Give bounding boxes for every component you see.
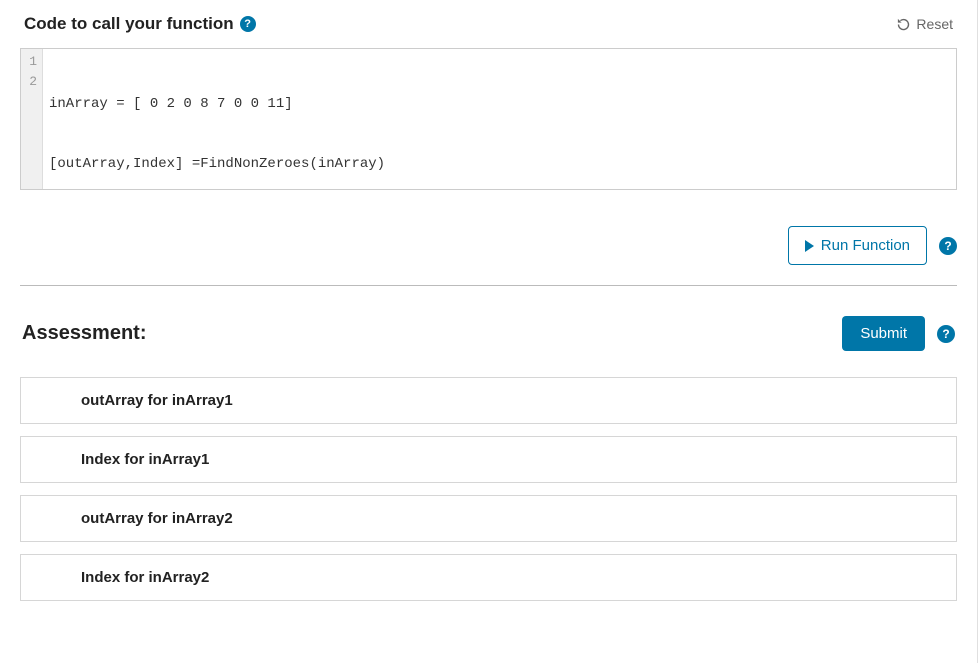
submit-group: Submit ? (842, 316, 955, 351)
assessment-item[interactable]: Index for inArray2 (20, 554, 957, 601)
reset-button[interactable]: Reset (896, 16, 953, 32)
code-section-header: Code to call your function ? Reset (20, 14, 957, 34)
assessment-item[interactable]: outArray for inArray2 (20, 495, 957, 542)
run-function-label: Run Function (821, 237, 910, 254)
reset-label: Reset (916, 16, 953, 32)
play-icon (805, 240, 814, 252)
assessment-list: outArray for inArray1 Index for inArray1… (20, 377, 957, 601)
code-section-title: Code to call your function (24, 14, 234, 34)
code-line: inArray = [ 0 2 0 8 7 0 0 11] (49, 94, 950, 114)
submit-button[interactable]: Submit (842, 316, 925, 351)
help-icon[interactable]: ? (240, 16, 256, 32)
code-content[interactable]: inArray = [ 0 2 0 8 7 0 0 11] [outArray,… (43, 49, 956, 189)
run-row: Run Function ? (20, 226, 957, 265)
reset-icon (896, 17, 911, 32)
line-number: 2 (29, 73, 37, 93)
help-icon[interactable]: ? (937, 325, 955, 343)
code-editor[interactable]: 1 2 inArray = [ 0 2 0 8 7 0 0 11] [outAr… (20, 48, 957, 190)
line-number: 1 (29, 53, 37, 73)
assessment-item[interactable]: outArray for inArray1 (20, 377, 957, 424)
run-function-button[interactable]: Run Function (788, 226, 927, 265)
code-gutter: 1 2 (21, 49, 43, 189)
code-section-title-wrap: Code to call your function ? (24, 14, 256, 34)
assessment-title: Assessment: (22, 322, 147, 345)
assessment-item[interactable]: Index for inArray1 (20, 436, 957, 483)
code-line: [outArray,Index] =FindNonZeroes(inArray) (49, 154, 950, 174)
section-divider (20, 285, 957, 286)
assessment-header: Assessment: Submit ? (20, 316, 957, 351)
help-icon[interactable]: ? (939, 237, 957, 255)
